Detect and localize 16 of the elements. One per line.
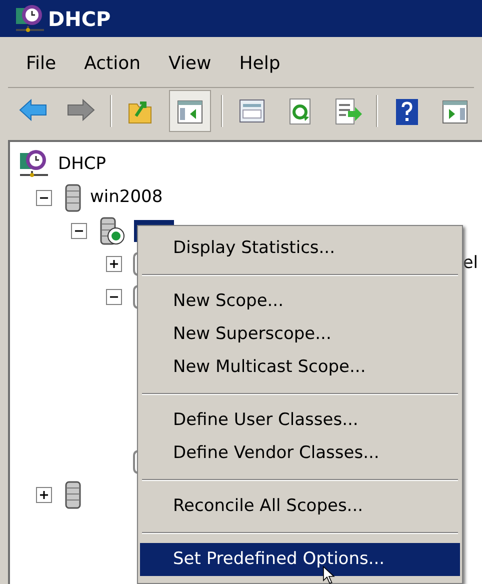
menu-item[interactable]: Display Statistics...	[140, 232, 460, 265]
menu-item[interactable]: Action	[84, 50, 140, 77]
menu-item[interactable]: File	[26, 50, 56, 77]
menu-item[interactable]: Set Predefined Options...	[140, 543, 460, 576]
tree-item-label[interactable]: win2008	[90, 184, 163, 210]
menu-item[interactable]: Reconcile All Scopes...	[140, 490, 460, 523]
tree-item-label[interactable]: DHCP	[58, 152, 106, 178]
menu-item[interactable]: Define User Classes...	[140, 404, 460, 437]
tree-item-label[interactable]: el	[462, 250, 482, 276]
menu-item[interactable]: Define Vendor Classes...	[140, 437, 460, 470]
menu-item[interactable]: View	[168, 50, 212, 77]
menu-item[interactable]: Help	[239, 50, 280, 77]
menu-item[interactable]: New Scope...	[140, 285, 460, 318]
menu-item[interactable]: New Superscope...	[140, 318, 460, 351]
window-title: DHCP	[48, 6, 111, 32]
menu-item[interactable]: New Multicast Scope...	[140, 351, 460, 384]
